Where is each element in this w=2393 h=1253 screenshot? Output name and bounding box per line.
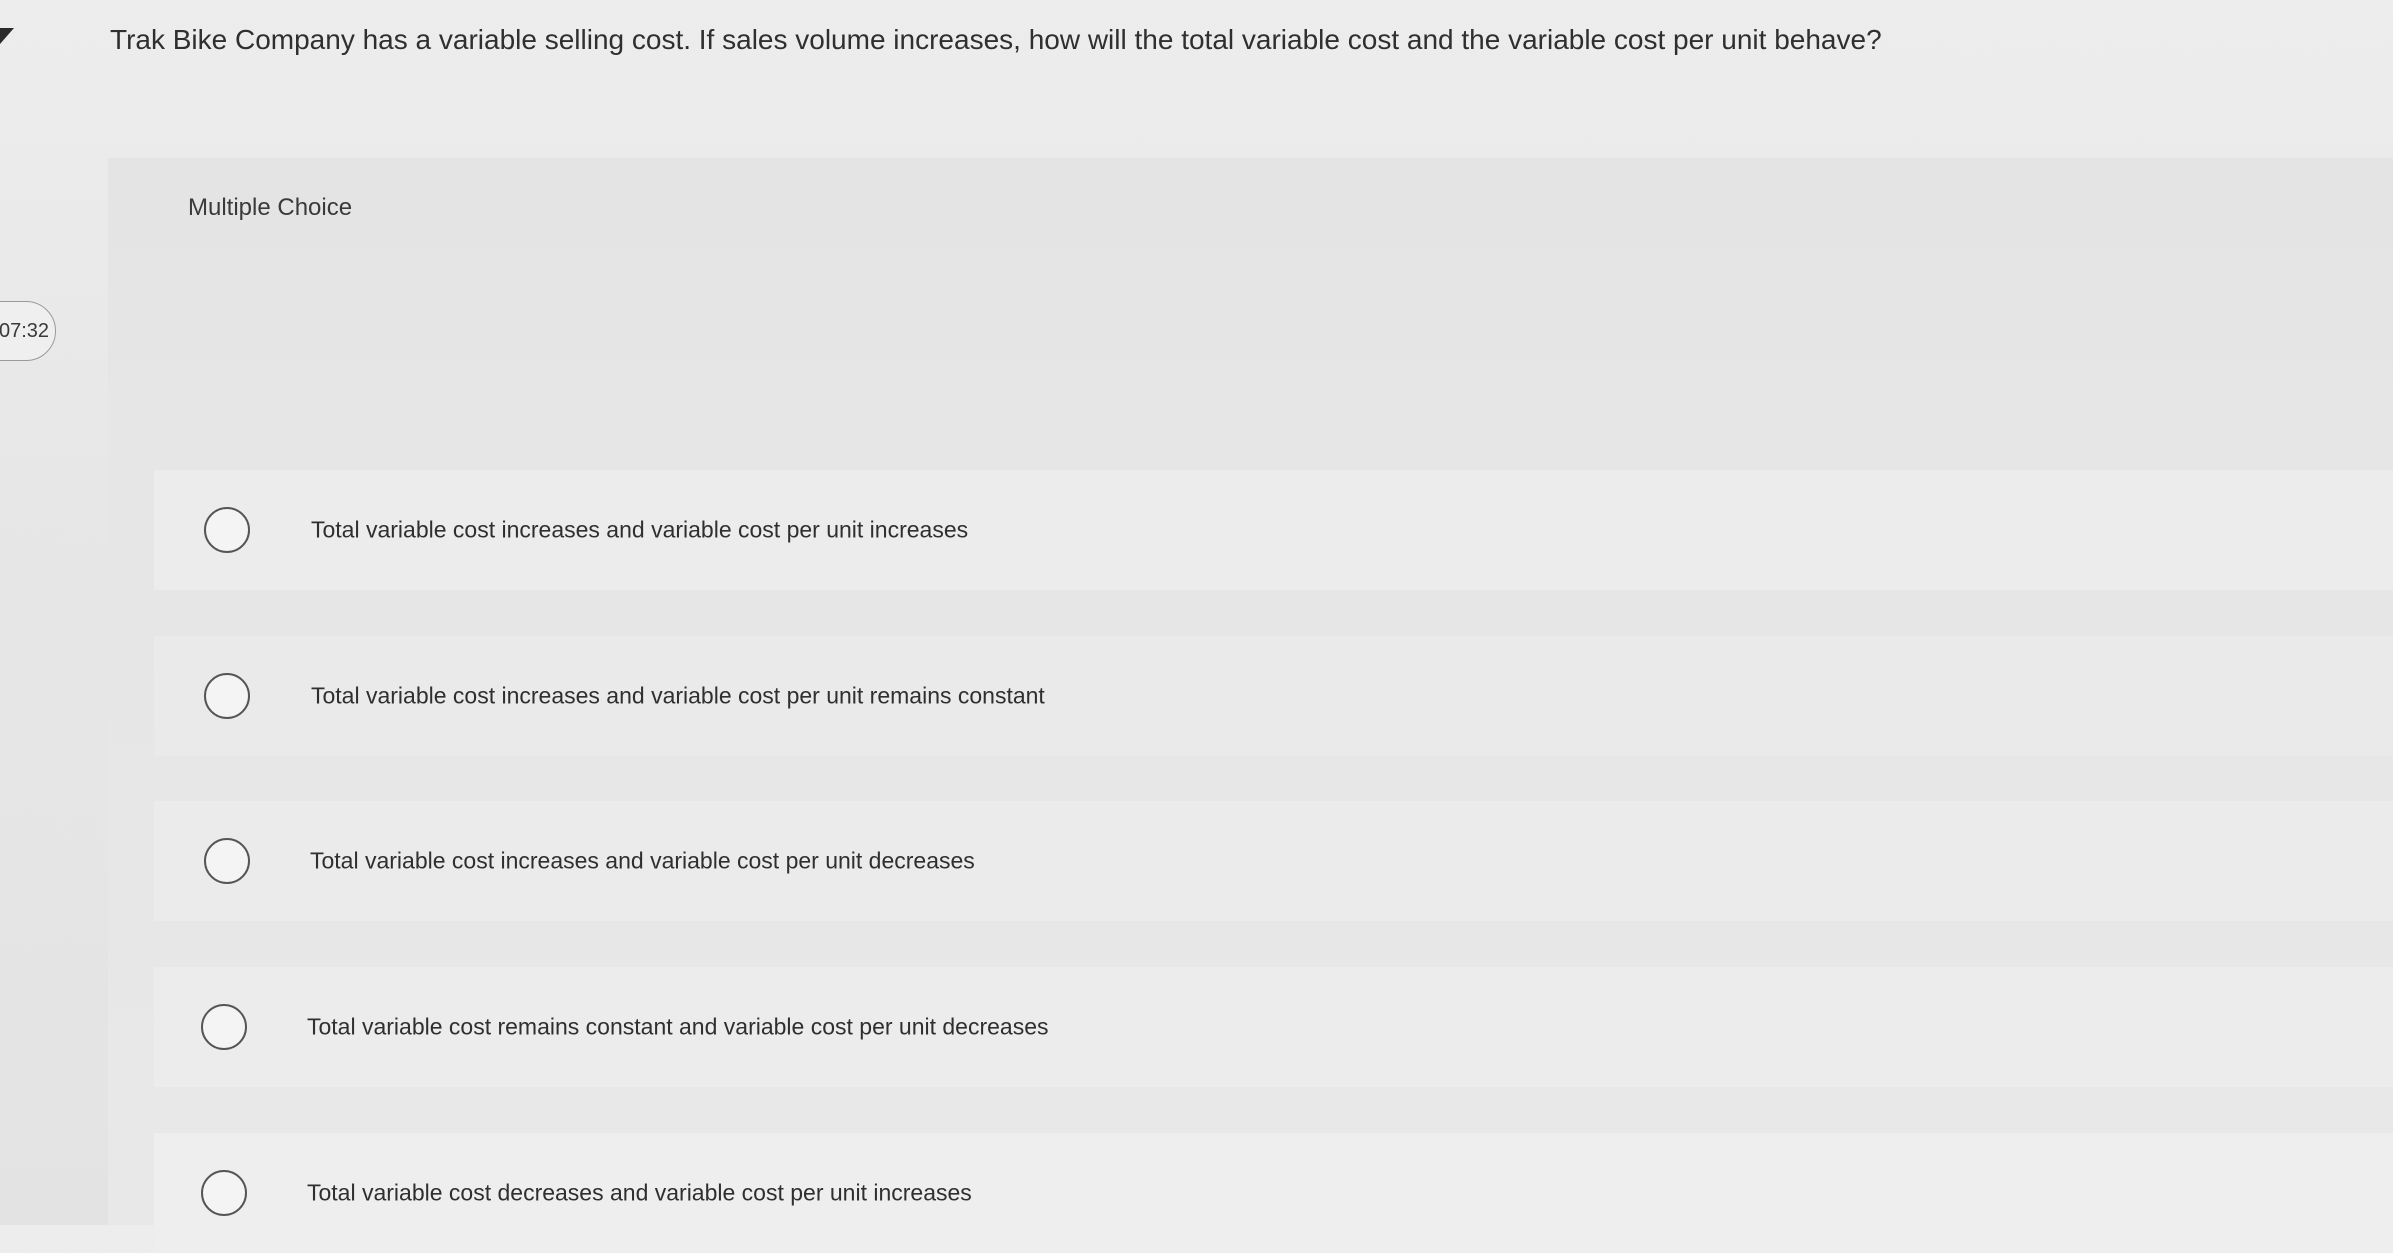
answer-option-4[interactable]: Total variable cost remains constant and…	[154, 967, 2393, 1087]
radio-button-2[interactable]	[204, 673, 250, 719]
answer-option-label: Total variable cost increases and variab…	[311, 516, 969, 543]
answer-option-2[interactable]: Total variable cost increases and variab…	[154, 636, 2393, 756]
sidebar-edge-marker	[0, 28, 14, 60]
timer-badge[interactable]: 07:32	[0, 301, 56, 361]
radio-button-4[interactable]	[201, 1004, 247, 1050]
radio-button-3[interactable]	[204, 838, 250, 884]
radio-button-1[interactable]	[204, 507, 250, 553]
answer-panel: Multiple Choice Total variable cost incr…	[108, 158, 2393, 1253]
answer-option-1[interactable]: Total variable cost increases and variab…	[154, 470, 2393, 590]
radio-button-5[interactable]	[201, 1170, 247, 1216]
answer-option-label: Total variable cost increases and variab…	[310, 847, 975, 874]
answer-option-label: Total variable cost decreases and variab…	[307, 1179, 972, 1206]
answer-option-label: Total variable cost remains constant and…	[307, 1013, 1049, 1040]
answer-option-5[interactable]: Total variable cost decreases and variab…	[154, 1133, 2393, 1253]
answer-option-3[interactable]: Total variable cost increases and variab…	[154, 801, 2393, 921]
timer-text: 07:32	[0, 319, 50, 342]
question-text: Trak Bike Company has a variable selling…	[110, 24, 1882, 55]
question-type-label: Multiple Choice	[188, 194, 353, 221]
answer-option-label: Total variable cost increases and variab…	[311, 682, 1045, 709]
